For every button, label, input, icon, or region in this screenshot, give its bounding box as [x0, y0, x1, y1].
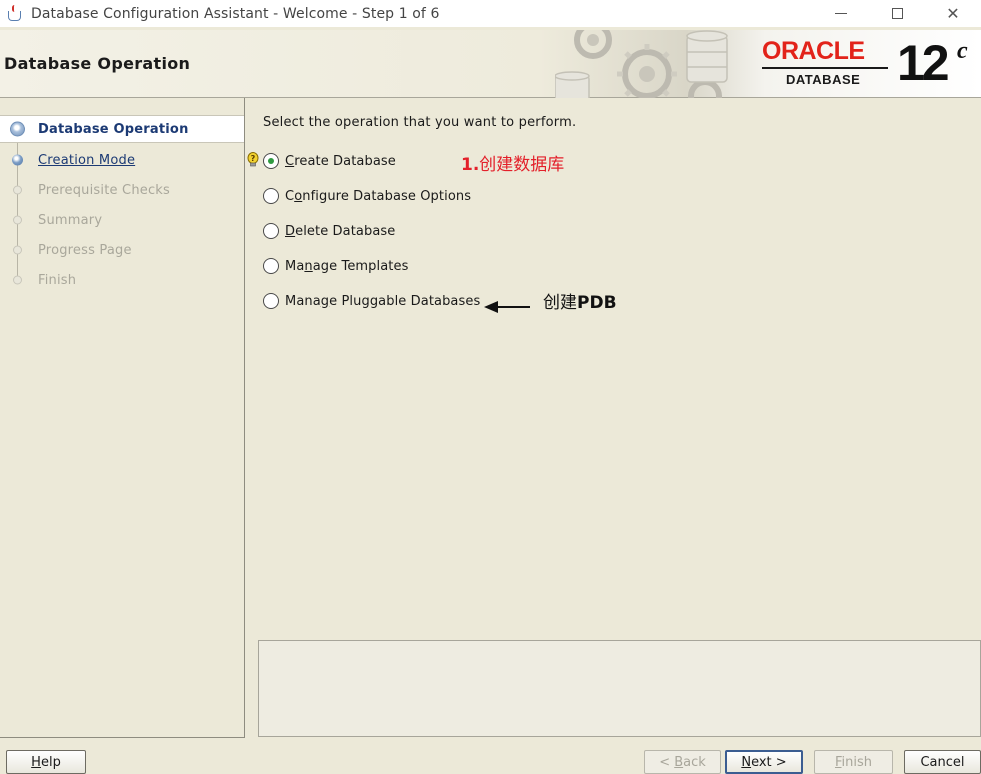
nav-step-label: Creation Mode — [38, 152, 136, 168]
nav-step-label: Progress Page — [38, 242, 132, 258]
nav-step-prerequisite-checks: Prerequisite Checks — [0, 176, 244, 204]
option-label: Create Database — [285, 153, 396, 169]
main-panel: Select the operation that you want to pe… — [246, 98, 981, 738]
back-button[interactable]: < Back — [644, 750, 721, 774]
next-button[interactable]: Next > — [725, 750, 803, 774]
details-panel — [258, 640, 981, 737]
step-icon — [12, 154, 23, 166]
nav-step-label: Prerequisite Checks — [38, 182, 171, 198]
gears-illustration — [555, 30, 728, 98]
version-number: 12 — [897, 35, 950, 91]
button-label: Finish — [834, 754, 873, 770]
arrow-left-icon — [484, 301, 530, 313]
annotation-create-pdb: 创建PDB — [543, 288, 617, 313]
maximize-button[interactable] — [869, 0, 925, 27]
option-label: Manage Pluggable Databases — [285, 293, 481, 309]
hint-lightbulb-icon: ? — [247, 152, 259, 167]
cancel-button[interactable]: Cancel — [904, 750, 981, 774]
page-title: Database Operation — [4, 54, 191, 73]
window-title: Database Configuration Assistant - Welco… — [31, 5, 440, 22]
radio-manage-templates[interactable] — [263, 258, 279, 274]
option-configure-database-options[interactable]: Configure Database Options — [263, 186, 471, 206]
radio-create-database[interactable] — [263, 153, 279, 169]
option-create-database[interactable]: Create Database — [263, 151, 396, 171]
instruction-text: Select the operation that you want to pe… — [263, 115, 577, 130]
option-label: Configure Database Options — [285, 188, 472, 204]
header-banner: Database Operation ORACLE DATABASE 12 c — [0, 30, 981, 98]
annotation-pdb: PDB — [577, 293, 617, 313]
oracle-logo: ORACLE DATABASE — [762, 38, 892, 90]
nav-step-label: Database Operation — [38, 121, 189, 137]
option-manage-pluggable-databases[interactable]: Manage Pluggable Databases — [263, 291, 480, 311]
oracle-product-label: DATABASE — [786, 72, 861, 87]
step-navigation: Database Operation Creation Mode Prerequ… — [0, 98, 245, 738]
window-controls: ✕ — [813, 0, 981, 27]
button-label: < Back — [659, 754, 706, 770]
maximize-icon — [891, 8, 903, 19]
annotation-text: 创建数据库 — [479, 155, 565, 175]
nav-step-label: Summary — [38, 212, 103, 228]
svg-text:?: ? — [251, 154, 256, 163]
close-icon: ✕ — [946, 4, 960, 23]
annotation-text: 创建 — [543, 293, 577, 313]
close-button[interactable]: ✕ — [925, 0, 981, 27]
radio-delete-database[interactable] — [263, 223, 279, 239]
nav-step-creation-mode[interactable]: Creation Mode — [0, 146, 244, 174]
option-label: Manage Templates — [285, 258, 409, 274]
radio-configure-database-options[interactable] — [263, 188, 279, 204]
option-manage-templates[interactable]: Manage Templates — [263, 256, 408, 276]
help-button[interactable]: Help — [6, 750, 86, 774]
radio-manage-pluggable-databases[interactable] — [263, 293, 279, 309]
nav-step-label: Finish — [38, 272, 77, 288]
nav-step-summary: Summary — [0, 206, 244, 234]
version-letter: c — [957, 38, 968, 64]
minimize-icon — [835, 13, 847, 14]
annotation-create-database: 1.创建数据库 — [461, 150, 564, 175]
pending-step-icon — [13, 185, 22, 195]
window-title-bar[interactable]: Database Configuration Assistant - Welco… — [0, 0, 981, 27]
current-step-icon — [10, 121, 25, 137]
pending-step-icon — [13, 275, 22, 285]
button-label: Help — [31, 754, 61, 770]
java-app-icon — [6, 4, 26, 24]
button-label: Next > — [741, 754, 787, 770]
pending-step-icon — [13, 215, 22, 225]
nav-step-database-operation[interactable]: Database Operation — [0, 115, 244, 143]
nav-step-progress-page: Progress Page — [0, 236, 244, 264]
option-label: Delete Database — [285, 223, 396, 239]
annotation-number: 1. — [461, 155, 480, 175]
minimize-button[interactable] — [813, 0, 869, 27]
nav-step-finish: Finish — [0, 266, 244, 294]
oracle-wordmark: ORACLE — [762, 37, 865, 65]
finish-button[interactable]: Finish — [814, 750, 893, 774]
button-label: Cancel — [920, 754, 965, 770]
pending-step-icon — [13, 245, 22, 255]
logo-divider — [762, 67, 888, 69]
option-delete-database[interactable]: Delete Database — [263, 221, 395, 241]
